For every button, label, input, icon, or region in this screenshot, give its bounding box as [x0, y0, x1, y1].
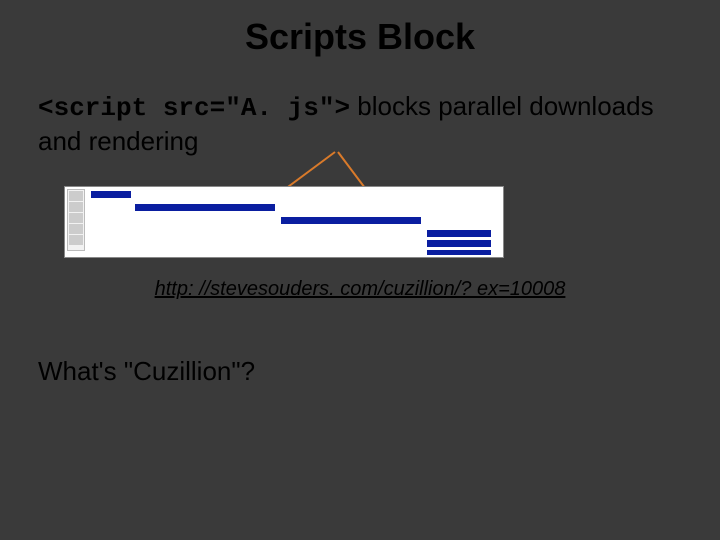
- question-text: What's "Cuzillion"?: [38, 356, 255, 387]
- waterfall-bar: [91, 191, 131, 198]
- waterfall-chart: [64, 186, 504, 258]
- reference-link[interactable]: http: //stevesouders. com/cuzillion/? ex…: [100, 278, 620, 301]
- pointer-lines: [0, 0, 720, 540]
- slide-title: Scripts Block: [0, 16, 720, 58]
- waterfall-bar: [135, 204, 275, 211]
- waterfall-bar: [427, 240, 491, 247]
- waterfall-bar: [427, 250, 491, 255]
- slide: Scripts Block <script src="A. js"> block…: [0, 0, 720, 540]
- body-text: <script src="A. js"> blocks parallel dow…: [38, 90, 678, 157]
- waterfall-bar: [427, 230, 491, 237]
- waterfall-row-labels: [67, 189, 85, 251]
- code-inline: <script src="A. js">: [38, 93, 350, 123]
- waterfall-bar: [281, 217, 421, 224]
